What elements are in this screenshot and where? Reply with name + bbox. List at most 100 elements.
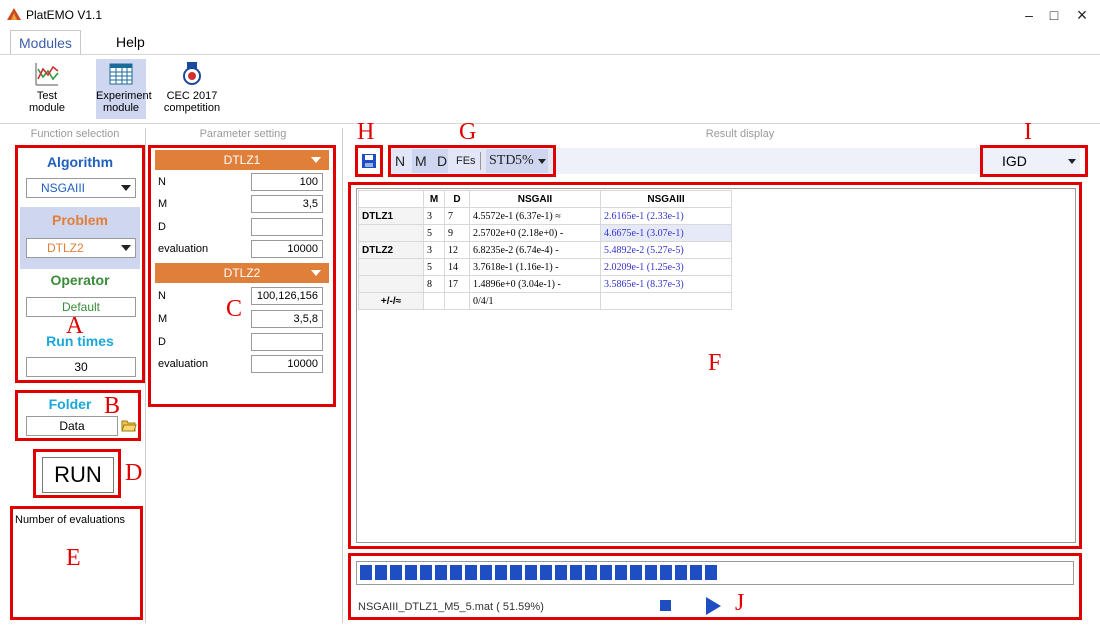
param-problem-header-2[interactable]: DTLZ2 bbox=[155, 263, 329, 283]
param-value-field[interactable]: 3,5,8 bbox=[251, 310, 323, 328]
param-value-field[interactable] bbox=[251, 218, 323, 236]
param-label: D bbox=[158, 221, 166, 233]
cell-nsgaiii: 4.6675e-1 (3.07e-1) bbox=[600, 224, 732, 242]
table-row[interactable]: 8 17 1.4896e+0 (3.04e-1) - 3.5865e-1 (8.… bbox=[358, 275, 732, 293]
progress-bar bbox=[356, 561, 1074, 585]
metric-value: IGD bbox=[1002, 153, 1027, 169]
cec2017-competition-button[interactable]: CEC 2017 competition bbox=[162, 59, 222, 119]
cell-d: 12 bbox=[444, 241, 470, 259]
param-problem-header-1[interactable]: DTLZ1 bbox=[155, 150, 329, 170]
stop-icon[interactable] bbox=[660, 600, 671, 611]
row-summary: +/-/≈ bbox=[358, 292, 424, 310]
cell-nsgaii: 0/4/1 bbox=[469, 292, 601, 310]
toolbar-std-toggle[interactable]: STD bbox=[489, 148, 515, 174]
test-module-label-1: Test bbox=[36, 90, 58, 102]
annotation-label-g: G bbox=[459, 119, 477, 145]
cec2017-label-1: CEC 2017 bbox=[166, 90, 218, 102]
progress-block bbox=[420, 565, 432, 580]
col-header: D bbox=[444, 190, 470, 208]
cell-m: 3 bbox=[423, 207, 445, 225]
test-module-label-2: module bbox=[28, 102, 66, 114]
toolbar-separator bbox=[480, 152, 481, 170]
divider-left bbox=[145, 128, 146, 623]
progress-block bbox=[585, 565, 597, 580]
table-row[interactable]: DTLZ2 3 12 6.8235e-2 (6.74e-4) - 5.4892e… bbox=[358, 241, 732, 259]
status-filename: NSGAIII_DTLZ1_M5_5.mat ( 51.59%) bbox=[358, 601, 544, 613]
progress-block bbox=[675, 565, 687, 580]
cell-m: 8 bbox=[423, 275, 445, 293]
param-problem-name-1: DTLZ1 bbox=[223, 153, 261, 167]
progress-block bbox=[450, 565, 462, 580]
metric-dropdown[interactable]: IGD bbox=[988, 151, 1082, 171]
param-label: evaluation bbox=[158, 358, 209, 370]
col-header: NSGAIII bbox=[600, 190, 732, 208]
param-value-field[interactable]: 10000 bbox=[251, 355, 323, 373]
cell-nsgaiii: 3.5865e-1 (8.37e-3) bbox=[600, 275, 732, 293]
toolbar-n-toggle[interactable]: N bbox=[395, 148, 405, 174]
chevron-down-icon bbox=[311, 157, 321, 163]
progress-block bbox=[375, 565, 387, 580]
menu-bar: Modules Help bbox=[0, 30, 1100, 55]
table-row[interactable]: DTLZ1 3 7 4.5572e-1 (6.37e-1) ≈ 2.6165e-… bbox=[358, 207, 732, 225]
tab-modules[interactable]: Modules bbox=[10, 30, 81, 55]
table-row[interactable]: 5 9 2.5702e+0 (2.18e+0) - 4.6675e-1 (3.0… bbox=[358, 224, 732, 242]
toolbar-d-toggle[interactable]: D bbox=[437, 148, 447, 174]
test-module-button[interactable]: Test module bbox=[22, 59, 72, 119]
table-row[interactable]: 5 14 3.7618e-1 (1.16e-1) - 2.0209e-1 (1.… bbox=[358, 258, 732, 276]
param-value-field[interactable]: 3,5 bbox=[251, 195, 323, 213]
param-value-field[interactable] bbox=[251, 333, 323, 351]
annotation-label-b: B bbox=[104, 393, 121, 419]
toolbar-m-toggle[interactable]: M bbox=[415, 148, 427, 174]
progress-block bbox=[540, 565, 552, 580]
results-table: M D NSGAII NSGAIII DTLZ1 3 7 4.5572e-1 (… bbox=[358, 190, 732, 310]
run-button[interactable]: RUN bbox=[42, 457, 114, 493]
table-grid-icon bbox=[109, 63, 133, 85]
experiment-module-button[interactable]: Experiment module bbox=[96, 59, 152, 119]
annotation-label-c: C bbox=[226, 296, 243, 322]
cell-nsgaii: 2.5702e+0 (2.18e+0) - bbox=[469, 224, 601, 242]
progress-block bbox=[435, 565, 447, 580]
param-label: D bbox=[158, 336, 166, 348]
cell-d: 14 bbox=[444, 258, 470, 276]
annotation-label-e: E bbox=[66, 545, 81, 571]
experiment-module-label-2: module bbox=[102, 102, 140, 114]
algorithm-dropdown[interactable]: NSGAIII bbox=[26, 178, 136, 198]
annotation-label-a: A bbox=[66, 313, 84, 339]
cell-d bbox=[444, 292, 470, 310]
toolbar-significance-select[interactable]: 5% bbox=[515, 148, 534, 174]
save-icon[interactable] bbox=[361, 153, 377, 169]
folder-title: Folder bbox=[48, 396, 92, 412]
cell-nsgaiii bbox=[600, 292, 732, 310]
experiment-module-label-1: Experiment bbox=[96, 90, 152, 102]
result-display-header: Result display bbox=[705, 128, 775, 140]
problem-dropdown[interactable]: DTLZ2 bbox=[26, 238, 136, 258]
tab-help[interactable]: Help bbox=[108, 30, 153, 54]
chevron-down-icon bbox=[311, 270, 321, 276]
parameter-setting-header: Parameter setting bbox=[199, 128, 287, 140]
cell-nsgaii: 6.8235e-2 (6.74e-4) - bbox=[469, 241, 601, 259]
table-row[interactable]: +/-/≈ 0/4/1 bbox=[358, 292, 732, 310]
play-icon[interactable] bbox=[706, 597, 721, 615]
close-button[interactable]: × bbox=[1062, 2, 1100, 28]
param-value-field[interactable]: 100 bbox=[251, 173, 323, 191]
progress-block bbox=[525, 565, 537, 580]
annotation-label-d: D bbox=[125, 460, 143, 486]
param-value-field[interactable]: 100,126,156 bbox=[251, 287, 323, 305]
annotation-label-j: J bbox=[735, 590, 745, 616]
chevron-down-icon bbox=[121, 245, 131, 251]
param-label: M bbox=[158, 198, 168, 210]
row-problem: DTLZ2 bbox=[358, 241, 424, 259]
toolbar-fes-toggle[interactable]: FEs bbox=[456, 148, 476, 174]
cell-m bbox=[423, 292, 445, 310]
runtimes-field[interactable]: 30 bbox=[26, 357, 136, 377]
cell-nsgaiii: 2.0209e-1 (1.25e-3) bbox=[600, 258, 732, 276]
folder-open-icon[interactable] bbox=[121, 418, 137, 432]
progress-block bbox=[555, 565, 567, 580]
param-label: evaluation bbox=[158, 243, 209, 255]
progress-block bbox=[570, 565, 582, 580]
divider-right bbox=[342, 128, 343, 623]
problem-title: Problem bbox=[51, 212, 108, 228]
param-value-field[interactable]: 10000 bbox=[251, 240, 323, 258]
function-selection-header: Function selection bbox=[30, 128, 120, 140]
cell-d: 7 bbox=[444, 207, 470, 225]
